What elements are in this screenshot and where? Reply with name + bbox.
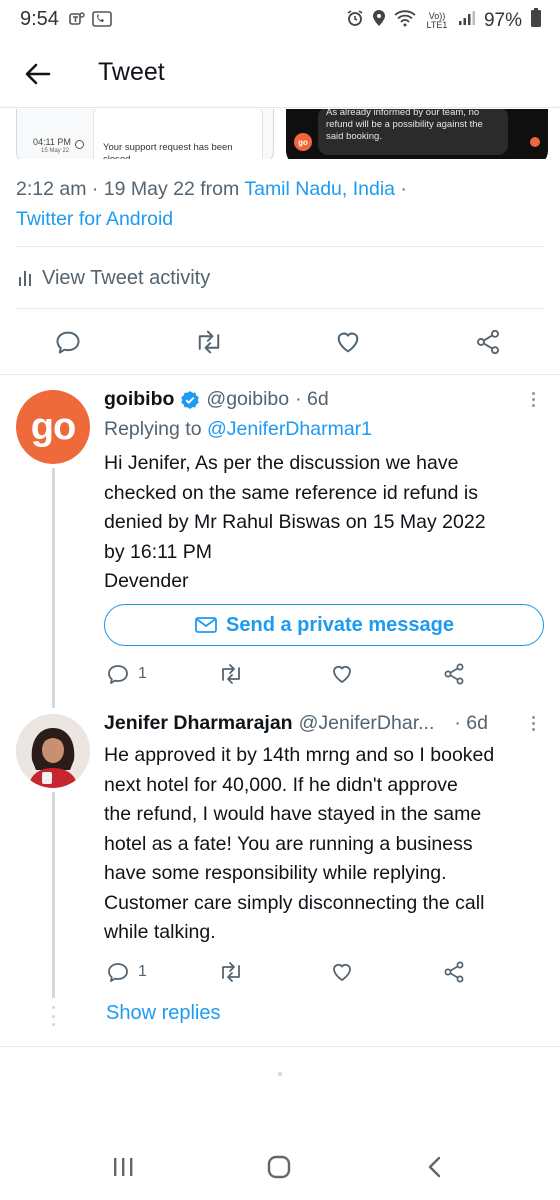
tweet-text: Hi Jenifer, As per the discussion we hav… (104, 452, 486, 592)
envelope-icon (195, 617, 217, 633)
view-tweet-activity[interactable]: View Tweet activity (18, 262, 210, 294)
goibibo-avatar[interactable]: go (16, 390, 90, 464)
thread-dots (52, 1006, 55, 1026)
chevron-left-icon (428, 1156, 441, 1178)
signal-icon (458, 10, 476, 32)
tweet-source-link[interactable]: Twitter for Android (16, 208, 173, 230)
reply-header-goibibo: goibibo @goibibo · 6d (104, 388, 329, 411)
retweet-button[interactable] (218, 654, 244, 694)
media-image-chat[interactable]: As already informed by our team, no refu… (286, 109, 548, 159)
show-replies-link[interactable]: Show replies (106, 1002, 221, 1025)
author-handle[interactable]: @JeniferDhar... (299, 712, 435, 735)
tweet-text: He approved it by 14th mrng and so I boo… (104, 744, 495, 943)
home-button[interactable] (264, 1152, 294, 1182)
support-message-text: Your support request has been closed (103, 142, 233, 159)
dm-label: Send a private message (226, 613, 454, 636)
verified-badge-icon (181, 390, 200, 409)
like-button[interactable] (334, 322, 362, 362)
share-icon (444, 961, 464, 983)
reply2-actions: 1 (0, 952, 560, 992)
timeline-date: 15 May 22 (41, 148, 70, 154)
share-button[interactable] (474, 322, 502, 362)
recent-apps-button[interactable] (108, 1152, 138, 1182)
wifi-icon (394, 9, 416, 33)
share-icon (477, 329, 499, 355)
jenifer-avatar[interactable] (16, 714, 90, 788)
section-divider (0, 1046, 560, 1047)
more-options-icon[interactable] (528, 716, 538, 731)
divider (16, 246, 544, 247)
retweet-icon (222, 664, 240, 684)
reply-button[interactable]: 1 (106, 952, 147, 992)
app-bar: Tweet (0, 40, 560, 108)
profile-photo-icon (16, 714, 90, 788)
reply-icon (108, 665, 128, 684)
share-button[interactable] (442, 654, 466, 694)
activity-bars-icon (19, 271, 31, 286)
chat-bubble-text: As already informed by our team, no refu… (326, 109, 483, 142)
status-bar: 9:54 Vo)) LTE1 97% (0, 0, 560, 40)
timeline-dot (75, 140, 84, 149)
tweet-meta: 2:12 am · 19 May 22 from Tamil Nadu, Ind… (16, 174, 546, 234)
network-label: Vo)) LTE1 (426, 11, 448, 30)
heart-icon (333, 665, 351, 683)
goibibo-mini-logo-2 (530, 137, 540, 147)
retweet-icon (222, 962, 240, 982)
timeline-time: 04:11 PM (33, 137, 71, 147)
meta-separator: · (395, 178, 407, 200)
reply-count: 1 (138, 665, 147, 682)
media-image-support[interactable]: 04:11 PM 15 May 22 Your support request … (16, 109, 274, 159)
goibibo-mini-logo: go (294, 133, 312, 151)
teams-icon (68, 10, 86, 33)
recents-icon (114, 1158, 133, 1176)
location-icon (372, 9, 386, 33)
retweet-icon (198, 330, 220, 354)
main-tweet-actions (0, 322, 560, 362)
share-icon (444, 663, 464, 685)
page-title: Tweet (98, 58, 165, 86)
like-button[interactable] (330, 952, 354, 992)
tweet-datetime: 2:12 am · 19 May 22 from (16, 178, 240, 200)
loading-indicator (278, 1072, 282, 1076)
battery-percent: 97% (483, 10, 522, 31)
alarm-icon (346, 9, 364, 33)
reply-button[interactable] (54, 322, 82, 362)
like-button[interactable] (330, 654, 354, 694)
phone-app-icon (92, 10, 112, 33)
tweet-location-link[interactable]: Tamil Nadu, India (244, 178, 395, 200)
reply-button[interactable]: 1 (106, 654, 147, 694)
reply-count: 1 (138, 963, 147, 980)
author-handle[interactable]: @goibibo (206, 388, 289, 411)
retweet-button[interactable] (218, 952, 244, 992)
system-back-button[interactable] (420, 1152, 450, 1182)
tweet-age: · 6d (454, 712, 488, 734)
section-divider (0, 374, 560, 375)
author-name[interactable]: goibibo (104, 388, 174, 411)
status-time: 9:54 (20, 8, 59, 30)
share-button[interactable] (442, 952, 466, 992)
tweet-media: 04:11 PM 15 May 22 Your support request … (0, 109, 560, 159)
reply1-actions: 1 (0, 654, 560, 694)
system-nav-bar (0, 1130, 560, 1200)
replying-prefix: Replying to (104, 418, 202, 440)
more-options-icon[interactable] (528, 392, 538, 407)
author-name[interactable]: Jenifer Dharmarajan (104, 712, 293, 735)
back-button[interactable] (20, 56, 56, 92)
replying-to: Replying to @JeniferDharmar1 (104, 418, 372, 441)
reply-icon (56, 331, 80, 354)
send-private-message-button[interactable]: Send a private message (104, 604, 544, 646)
heart-icon (337, 332, 359, 353)
home-icon (267, 1155, 291, 1179)
tweet-age: · 6d (295, 388, 329, 410)
battery-icon (530, 8, 542, 34)
heart-icon (333, 963, 351, 981)
reply-icon (108, 963, 128, 982)
back-arrow-icon (25, 63, 51, 85)
activity-label: View Tweet activity (42, 266, 211, 289)
replying-to-link[interactable]: @JeniferDharmar1 (207, 418, 372, 440)
reply-header-jenifer: Jenifer Dharmarajan @JeniferDhar... · 6d (104, 712, 488, 735)
divider (16, 308, 544, 309)
retweet-button[interactable] (194, 322, 224, 362)
